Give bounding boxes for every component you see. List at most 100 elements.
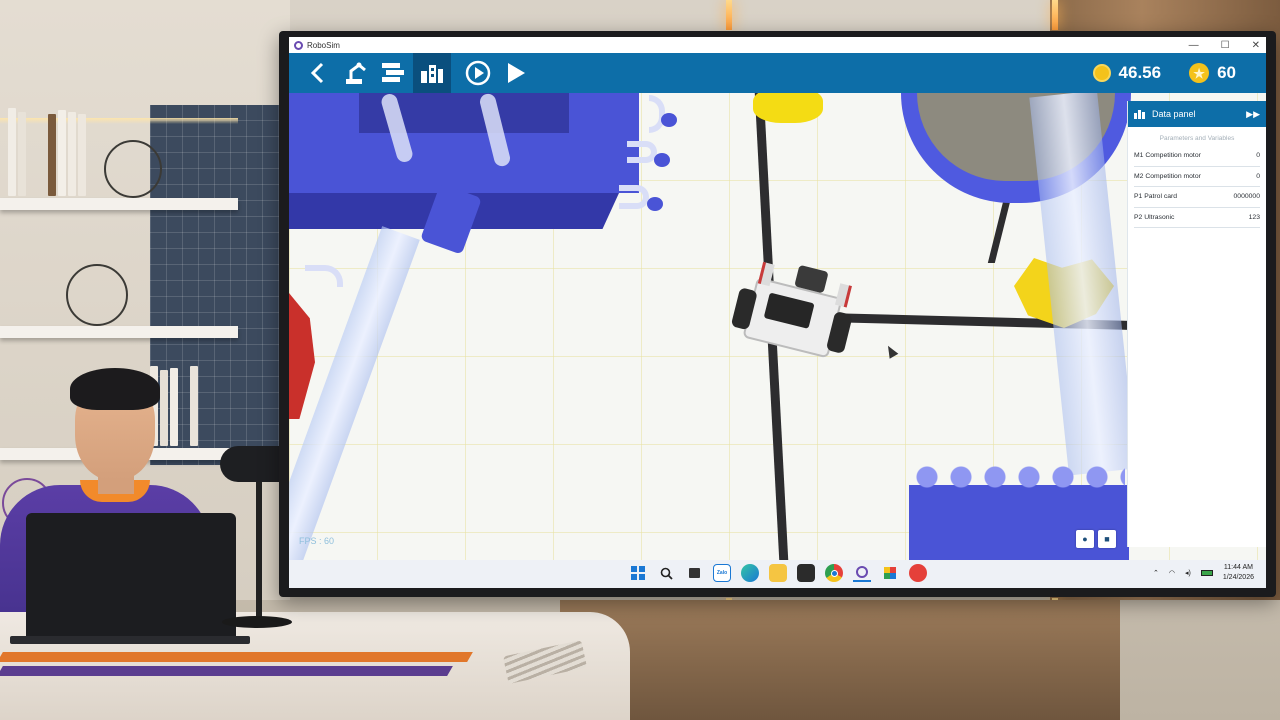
timer-stat: 46.56	[1092, 63, 1162, 83]
clock[interactable]: 11:44 AM 1/24/2026	[1223, 563, 1254, 583]
app-button[interactable]	[881, 564, 899, 582]
code-blocks-icon	[382, 63, 404, 82]
chrome-button[interactable]	[825, 564, 843, 582]
shelf-light	[0, 118, 238, 124]
data-row-label: M2 Competition motor	[1134, 172, 1201, 180]
window-controls: — ☐ ✕	[1189, 37, 1260, 53]
mic-stand	[256, 480, 262, 620]
timer-value: 46.56	[1118, 63, 1162, 82]
simulation-scene[interactable]: FPS : 60 ● ■	[289, 93, 1266, 560]
light-strip	[1052, 0, 1058, 30]
robosim-window: RoboSim — ☐ ✕ 46.56 ★ 60 FPS: 60 ● ■ Da…	[289, 37, 1266, 560]
chevron-up-icon[interactable]: ⌃	[1153, 569, 1159, 577]
search-button[interactable]	[657, 564, 675, 582]
data-row-value: 123	[1248, 213, 1260, 221]
blocks-button[interactable]	[375, 53, 413, 93]
shelf	[0, 198, 238, 210]
camera-icon: ■	[1104, 534, 1110, 544]
book	[78, 114, 86, 196]
data-panel-title: Data panel	[1152, 109, 1196, 119]
start-button[interactable]	[629, 564, 647, 582]
red-obstacle	[289, 293, 315, 419]
wire-sphere-decoration	[66, 264, 128, 326]
light-strip	[726, 0, 732, 30]
data-row: M1 Competition motor 0	[1134, 146, 1260, 167]
laptop-base	[10, 636, 250, 644]
title-bar: RoboSim — ☐ ✕	[289, 37, 1266, 53]
maximize-button[interactable]: ☐	[1221, 40, 1230, 51]
city-map-icon	[421, 65, 443, 83]
volume-icon[interactable]: ◂)	[1185, 569, 1191, 577]
data-row-label: P1 Patrol card	[1134, 193, 1178, 201]
data-row-value: 0	[1256, 152, 1260, 160]
collapse-panel-icon[interactable]: ▶▶	[1246, 109, 1260, 120]
zalo-button[interactable]: Zalo	[713, 564, 731, 582]
stopwatch-icon	[1092, 64, 1111, 82]
book	[48, 114, 56, 196]
book	[18, 112, 26, 196]
data-panel-subtitle: Parameters and Variables	[1159, 135, 1235, 142]
presenter-hair	[70, 368, 160, 410]
data-panel: Data panel ▶▶ Parameters and Variables M…	[1127, 101, 1266, 547]
robosim-app-icon	[294, 40, 303, 50]
bar-chart-icon	[1134, 110, 1145, 119]
robosim-icon	[856, 566, 868, 578]
window-title: RoboSim	[307, 40, 340, 50]
book	[8, 108, 16, 196]
edge-button[interactable]	[741, 564, 759, 582]
minimize-button[interactable]: —	[1189, 40, 1199, 51]
mouse-cursor-icon	[883, 343, 899, 359]
data-panel-header: Data panel ▶▶	[1128, 101, 1266, 127]
play-icon	[508, 63, 525, 83]
app-button[interactable]	[797, 564, 815, 582]
wire-sphere-decoration	[104, 140, 162, 198]
robot-arm-button[interactable]	[337, 53, 375, 93]
data-row: P2 Ultrasonic 123	[1134, 208, 1260, 228]
pipe-end	[661, 113, 677, 127]
data-row-label: P2 Ultrasonic	[1134, 213, 1175, 221]
zalo-icon: Zalo	[716, 570, 728, 576]
colorful-app-icon	[884, 567, 896, 579]
yellow-star-obstacle	[753, 93, 823, 123]
data-row-value: 0	[1256, 172, 1260, 180]
app-button[interactable]	[909, 564, 927, 582]
windows-icon	[631, 566, 645, 580]
file-explorer-button[interactable]	[769, 564, 787, 582]
data-row-label: M1 Competition motor	[1134, 152, 1201, 160]
fps-counter: FPS : 60	[299, 536, 335, 546]
play-circle-button[interactable]	[459, 53, 497, 93]
desk-purple-stripe	[0, 666, 453, 676]
close-button[interactable]: ✕	[1252, 40, 1260, 51]
data-panel-title-group: Data panel	[1134, 109, 1196, 119]
shelf	[0, 326, 238, 338]
mic-base	[222, 616, 292, 628]
taskbar-icons: Zalo	[629, 564, 927, 582]
lightbulb-button[interactable]: ●	[1076, 530, 1094, 548]
windows-taskbar: Zalo ⌃ ◠ ◂) 11:44 AM 1/24/2026	[289, 560, 1266, 588]
chevron-left-icon	[310, 62, 324, 84]
robot[interactable]	[715, 237, 873, 395]
battery-icon[interactable]	[1200, 570, 1213, 576]
clock-date: 1/24/2026	[1222, 574, 1254, 581]
back-button[interactable]	[299, 53, 337, 93]
laptop	[26, 513, 236, 641]
robot-arm	[834, 283, 852, 308]
map-button[interactable]	[413, 53, 451, 93]
clock-time: 11:44 AM	[1223, 564, 1253, 571]
data-row: P1 Patrol card 0000000	[1134, 187, 1260, 208]
pipe	[619, 185, 649, 209]
run-button[interactable]	[497, 53, 535, 93]
score-stat: ★ 60	[1189, 63, 1236, 83]
toolbar-stats: 46.56 ★ 60	[1092, 53, 1236, 93]
wood-floor-panel	[560, 600, 1120, 720]
search-icon	[660, 567, 673, 580]
task-view-button[interactable]	[685, 564, 703, 582]
pipe-end	[654, 153, 670, 167]
robosim-taskbar-button[interactable]	[853, 564, 871, 582]
book	[58, 110, 66, 196]
camera-button[interactable]: ■	[1098, 530, 1116, 548]
score-value: 60	[1217, 63, 1236, 82]
wifi-icon[interactable]: ◠	[1169, 569, 1175, 577]
robot-arm-icon	[346, 62, 366, 84]
task-view-icon	[688, 568, 700, 578]
